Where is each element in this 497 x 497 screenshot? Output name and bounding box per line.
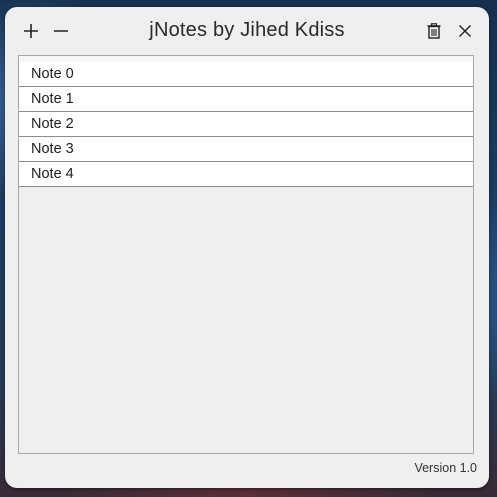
minus-icon	[53, 23, 69, 39]
delete-button[interactable]	[423, 20, 445, 42]
list-item[interactable]: Note 1	[19, 87, 473, 112]
list-item[interactable]: Note 4	[19, 162, 473, 187]
title-bar[interactable]: jNotes by Jihed Kdiss	[5, 7, 489, 57]
notes-items: Note 0 Note 1 Note 2 Note 3 Note 4	[19, 62, 473, 187]
list-item[interactable]: Note 2	[19, 112, 473, 137]
close-icon	[458, 24, 472, 38]
remove-note-button[interactable]	[50, 20, 72, 42]
add-note-button[interactable]	[20, 20, 42, 42]
app-window: jNotes by Jihed Kdiss Note 0 Note 1 Note…	[5, 7, 489, 488]
plus-icon	[23, 23, 39, 39]
notes-list[interactable]: Note 0 Note 1 Note 2 Note 3 Note 4	[18, 55, 474, 454]
trash-icon	[427, 23, 441, 39]
version-label: Version 1.0	[414, 461, 477, 475]
list-item[interactable]: Note 0	[19, 62, 473, 87]
list-item[interactable]: Note 3	[19, 137, 473, 162]
window-title: jNotes by Jihed Kdiss	[149, 19, 345, 41]
close-button[interactable]	[454, 20, 476, 42]
